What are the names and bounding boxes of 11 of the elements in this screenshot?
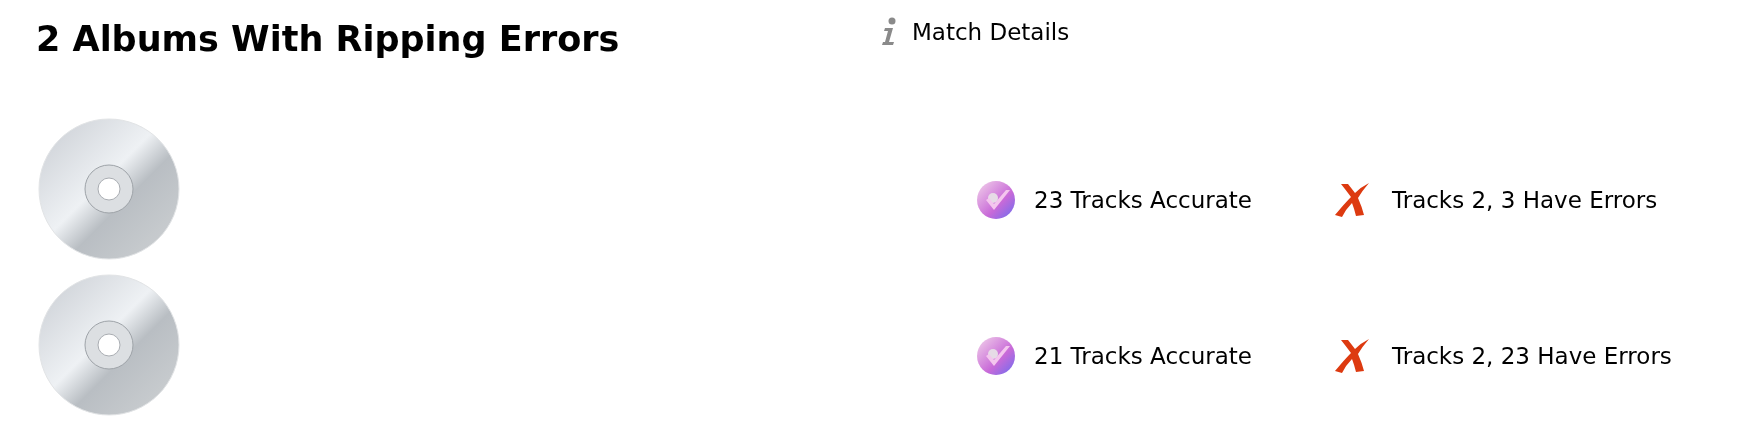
disc-icon [38, 274, 180, 416]
accurate-tracks-text: 23 Tracks Accurate [1034, 185, 1252, 215]
check-disc-icon [976, 336, 1016, 376]
match-details-link[interactable]: Match Details [880, 14, 1070, 50]
check-disc-icon [976, 180, 1016, 220]
page-title: 2 Albums With Ripping Errors [36, 18, 620, 59]
disc-icon [38, 118, 180, 260]
error-tracks-text: Tracks 2, 3 Have Errors [1392, 185, 1658, 215]
accurate-tracks-text: 21 Tracks Accurate [1034, 341, 1252, 371]
error-tracks-text: Tracks 2, 23 Have Errors [1392, 341, 1672, 371]
info-icon [880, 17, 898, 47]
